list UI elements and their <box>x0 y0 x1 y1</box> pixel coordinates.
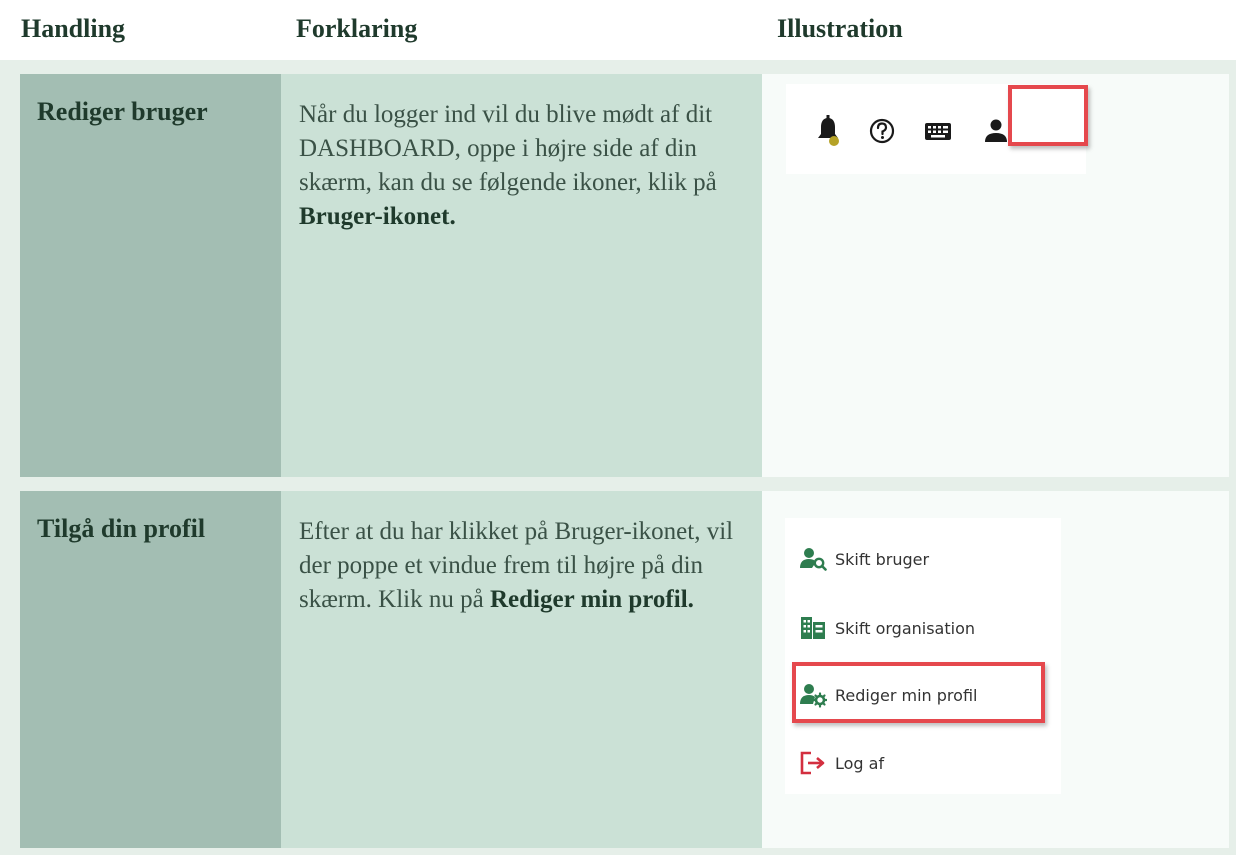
header-action: Handling <box>21 14 126 43</box>
row-1-action-cell: Rediger bruger <box>20 74 281 477</box>
menu-item-log-off[interactable]: Log af <box>799 746 884 780</box>
header-illustration: Illustration <box>777 14 903 43</box>
row-1-bold-text: Bruger-ikonet. <box>299 203 456 230</box>
menu-item-label: Log af <box>835 753 885 773</box>
row-1-explanation-cell: Når du logger ind vil du blive mødt af d… <box>281 74 762 477</box>
header-explanation: Forklaring <box>296 14 418 43</box>
row-2-bold-text: Rediger min profil. <box>489 586 694 613</box>
help-icon[interactable] <box>868 114 896 148</box>
menu-item-switch-organisation[interactable]: Skift organisation <box>799 611 975 645</box>
row-1-illustration-cell <box>762 74 1229 477</box>
profile-menu: Skift bruger Skift organisation Rediger … <box>785 518 1061 794</box>
user-icon[interactable] <box>982 114 1010 148</box>
organisation-icon <box>801 617 825 639</box>
logout-icon <box>800 751 825 775</box>
bell-icon[interactable] <box>814 114 842 148</box>
keyboard-icon[interactable] <box>924 114 952 148</box>
user-icon-highlight <box>1008 85 1088 146</box>
edit-profile-highlight <box>792 662 1045 723</box>
user-search-icon <box>800 548 827 571</box>
row-2-explanation: Efter at du har klikket på Bruger-ikonet… <box>299 515 739 617</box>
row-1-action: Rediger bruger <box>37 97 208 126</box>
menu-item-label: Skift bruger <box>835 549 930 569</box>
row-2-action: Tilgå din profil <box>37 514 206 543</box>
menu-item-switch-user[interactable]: Skift bruger <box>799 542 929 576</box>
row-2-action-cell: Tilgå din profil <box>20 491 281 848</box>
instruction-table: Rediger bruger Når du logger ind vil du … <box>0 60 1236 855</box>
row-1-text: Når du logger ind vil du blive mødt af d… <box>299 101 717 196</box>
row-1-explanation: Når du logger ind vil du blive mødt af d… <box>299 98 739 234</box>
row-2-explanation-cell: Efter at du har klikket på Bruger-ikonet… <box>281 491 762 848</box>
menu-item-label: Skift organisation <box>835 618 975 638</box>
row-2-illustration-cell: Skift bruger Skift organisation Rediger … <box>762 491 1229 848</box>
